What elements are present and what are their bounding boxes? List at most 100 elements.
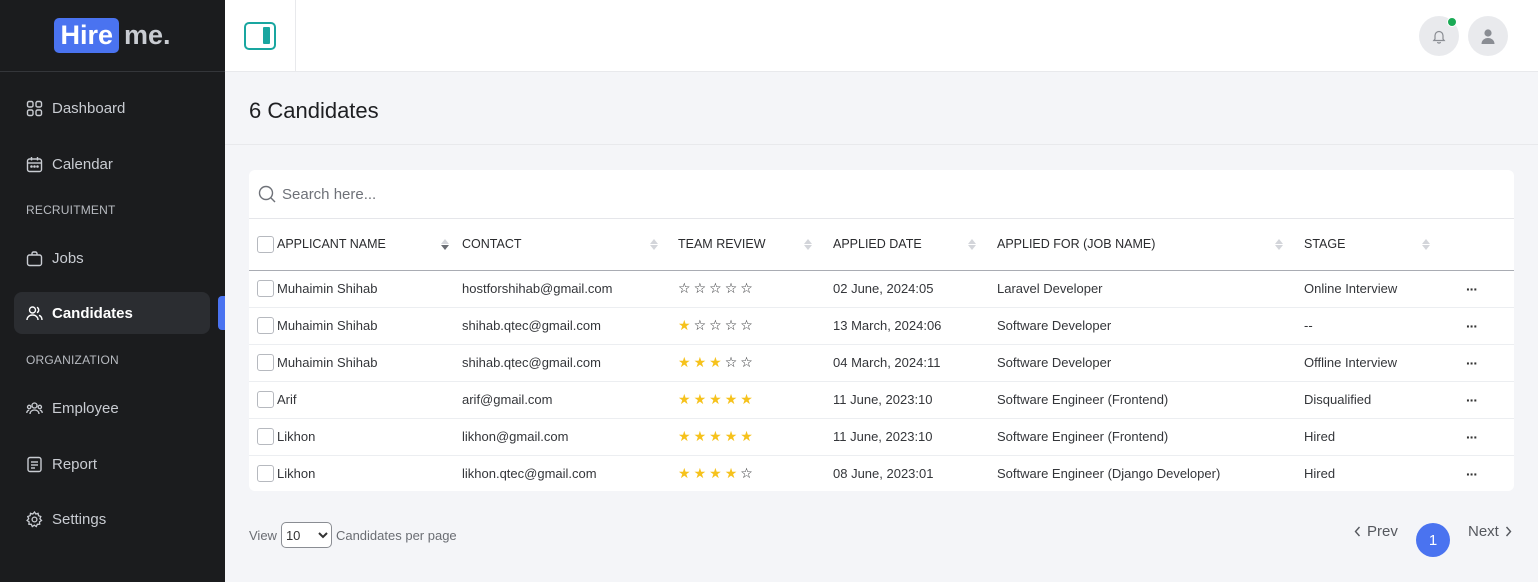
sidebar-item-label: Candidates <box>52 304 133 322</box>
logo[interactable]: Hire me. <box>54 18 171 53</box>
sidebar-item-candidates[interactable]: Candidates <box>14 292 210 334</box>
sidebar-item-label: Dashboard <box>52 99 126 117</box>
sidebar-toggle-button[interactable] <box>225 0 296 71</box>
sidebar-item-jobs[interactable]: Jobs <box>14 237 210 279</box>
column-header-stage[interactable]: STAGE <box>1304 219 1454 271</box>
sidebar-toggle-icon <box>244 21 276 50</box>
applied-date-cell: 11 June, 2023:10 <box>833 418 997 456</box>
page-title: 6 Candidates <box>249 98 379 123</box>
star-rating: ★ ★ ★ ★ ★ <box>678 429 753 443</box>
applied-date-cell: 11 June, 2023:10 <box>833 381 997 419</box>
star-filled-icon: ★ <box>709 391 722 407</box>
candidates-table: APPLICANT NAME CONTACT TEAM REVIEW APPLI… <box>249 219 1514 492</box>
select-all-checkbox[interactable] <box>257 235 274 253</box>
row-checkbox[interactable] <box>257 280 274 298</box>
sidebar-item-dashboard[interactable]: Dashboard <box>14 87 210 129</box>
search-input[interactable] <box>282 185 882 203</box>
star-empty-icon: ☆ <box>678 280 691 296</box>
per-page-select[interactable]: 102050 <box>280 522 332 548</box>
table-row[interactable]: Muhaimin Shihab shihab.qtec@gmail.com ★ ★… <box>249 344 1514 382</box>
applied-date-cell: 04 March, 2024:11 <box>833 344 997 382</box>
more-options-icon[interactable]: ··· <box>1466 318 1478 334</box>
table-row[interactable]: Arif arif@gmail.com ★ ★ ★ ★ ★ 11 June, 2023:… <box>249 381 1514 419</box>
stage-cell: Offline Interview <box>1304 344 1454 382</box>
more-options-icon[interactable]: ··· <box>1466 392 1478 408</box>
select-all-cell <box>249 219 277 271</box>
sidebar-item-settings[interactable]: Settings <box>14 498 210 540</box>
user-avatar-button[interactable] <box>1468 16 1508 56</box>
table-row[interactable]: Muhaimin Shihab shihab.qtec@gmail.com ★ ☆… <box>249 307 1514 345</box>
sidebar-item-label: Settings <box>52 510 107 528</box>
star-filled-icon: ★ <box>693 391 707 407</box>
more-options-icon[interactable]: ··· <box>1466 355 1478 371</box>
star-filled-icon: ★ <box>693 354 707 370</box>
logo-area: Hire me. <box>0 0 225 72</box>
star-empty-icon: ☆ <box>740 354 753 370</box>
more-options-icon[interactable]: ··· <box>1466 281 1478 297</box>
sort-icon <box>804 239 812 250</box>
applicant-name-cell[interactable]: Muhaimin Shihab <box>277 270 462 308</box>
star-empty-icon: ☆ <box>740 465 753 482</box>
column-header-applied-for[interactable]: APPLIED FOR (JOB NAME) <box>997 219 1304 271</box>
column-header-applied-date[interactable]: APPLIED DATE <box>833 219 997 271</box>
applied-for-cell: Software Engineer (Frontend) <box>997 381 1304 419</box>
per-page-control: View 102050 Candidates per page <box>249 522 457 548</box>
next-label: Next <box>1468 523 1499 540</box>
row-actions-cell: ··· <box>1454 344 1514 382</box>
team-icon <box>26 400 43 417</box>
star-empty-icon: ☆ <box>724 280 738 296</box>
applicant-name-cell[interactable]: Arif <box>277 381 462 419</box>
more-options-icon[interactable]: ··· <box>1466 429 1478 445</box>
page-number-current[interactable]: 1 <box>1416 523 1450 557</box>
row-checkbox[interactable] <box>257 317 274 335</box>
applied-date-cell: 02 June, 2024:05 <box>833 270 997 308</box>
row-checkbox[interactable] <box>257 428 274 446</box>
contact-cell: likhon@gmail.com <box>462 418 678 456</box>
applicant-name-cell[interactable]: Likhon <box>277 455 462 492</box>
applicant-name-cell[interactable]: Muhaimin Shihab <box>277 344 462 382</box>
row-select-cell <box>249 418 277 456</box>
sort-icon <box>650 239 658 250</box>
more-options-icon[interactable]: ··· <box>1466 466 1478 482</box>
row-checkbox[interactable] <box>257 354 274 372</box>
table-row[interactable]: Likhon likhon@gmail.com ★ ★ ★ ★ ★ 11 June, 2… <box>249 418 1514 456</box>
column-header-contact[interactable]: CONTACT <box>462 219 678 271</box>
sidebar-item-report[interactable]: Report <box>14 443 210 485</box>
row-checkbox[interactable] <box>257 465 274 483</box>
applicant-name-cell[interactable]: Likhon <box>277 418 462 456</box>
next-page-button[interactable]: Next <box>1468 523 1512 540</box>
view-label: View <box>249 527 277 543</box>
sidebar-item-calendar[interactable]: Calendar <box>14 143 210 185</box>
section-label-organization: ORGANIZATION <box>26 353 119 367</box>
applicant-name-cell[interactable]: Muhaimin Shihab <box>277 307 462 345</box>
sidebar: Hire me. Dashboard Calendar RECRUITMENT … <box>0 0 225 582</box>
table-row[interactable]: Likhon likhon.qtec@gmail.com ★ ★ ★ ★ ☆ 08 Ju… <box>249 455 1514 492</box>
column-header-applicant-name[interactable]: APPLICANT NAME <box>277 219 462 271</box>
users-icon <box>26 305 43 322</box>
star-filled-icon: ★ <box>693 428 707 444</box>
notifications-button[interactable] <box>1419 16 1459 56</box>
row-select-cell <box>249 381 277 419</box>
star-filled-icon: ★ <box>678 354 691 370</box>
sidebar-item-label: Employee <box>52 399 119 417</box>
stage-cell: -- <box>1304 307 1454 345</box>
star-rating: ★ ★ ★ ☆ ☆ <box>678 355 753 369</box>
team-review-cell: ☆ ☆ ☆ ☆ ☆ <box>678 270 833 308</box>
table-row[interactable]: Muhaimin Shihab hostforshihab@gmail.com … <box>249 270 1514 308</box>
star-empty-icon: ☆ <box>693 280 707 296</box>
star-filled-icon: ★ <box>709 354 722 370</box>
user-icon <box>1480 28 1496 45</box>
stage-cell: Disqualified <box>1304 381 1454 419</box>
sort-icon <box>441 239 449 250</box>
row-checkbox[interactable] <box>257 391 274 409</box>
sidebar-item-employee[interactable]: Employee <box>14 387 210 429</box>
prev-page-button[interactable]: Prev <box>1354 523 1398 540</box>
row-select-cell <box>249 270 277 308</box>
column-header-team-review[interactable]: TEAM REVIEW <box>678 219 833 271</box>
stage-cell: Hired <box>1304 466 1336 482</box>
star-rating: ★ ☆ ☆ ☆ ☆ <box>678 318 753 332</box>
star-filled-icon: ★ <box>740 428 753 444</box>
star-filled-icon: ★ <box>678 317 691 333</box>
chevron-right-icon <box>1505 526 1512 537</box>
column-label: APPLIED FOR (JOB NAME) <box>997 237 1156 252</box>
